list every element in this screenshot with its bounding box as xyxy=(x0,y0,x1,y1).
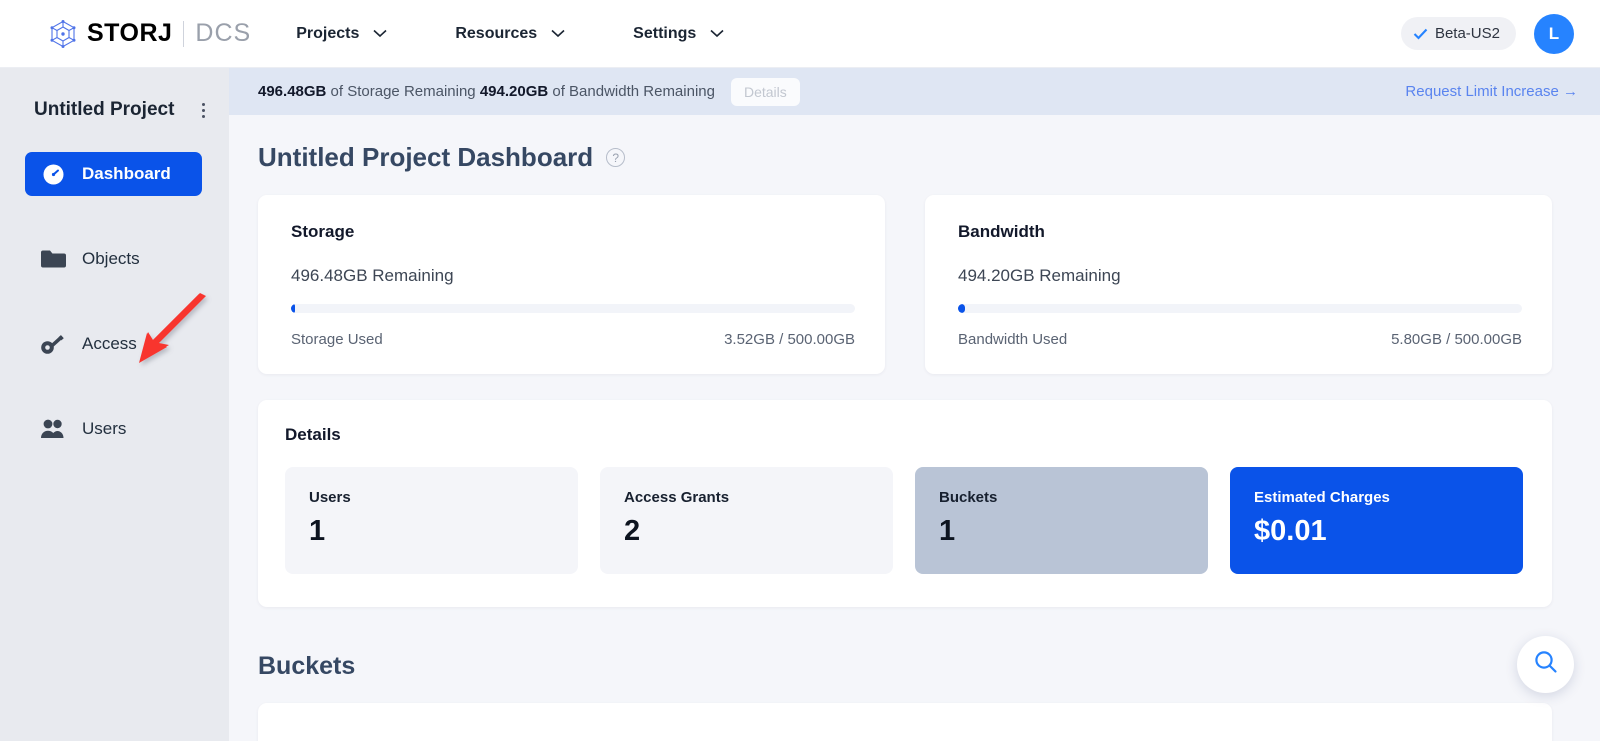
nav-item-label: Settings xyxy=(633,24,697,42)
chevron-down-icon xyxy=(551,29,565,38)
sidebar-item-users[interactable]: Users xyxy=(25,407,202,451)
banner-details-button[interactable]: Details xyxy=(730,77,800,106)
gauge-icon xyxy=(38,163,68,186)
nav-item-projects[interactable]: Projects xyxy=(296,25,387,43)
stat-label: Access Grants xyxy=(624,489,730,506)
avatar[interactable]: L xyxy=(1534,13,1574,54)
vertical-dots-icon[interactable] xyxy=(196,99,211,122)
stat-card-users[interactable]: Users 1 xyxy=(285,467,578,574)
stat-card-estimated-charges[interactable]: Estimated Charges $0.01 xyxy=(1230,467,1523,574)
limits-banner-text: 496.48GB of Storage Remaining 494.20GB o… xyxy=(258,83,715,100)
request-limit-increase-link[interactable]: Request Limit Increase → xyxy=(1405,83,1578,100)
sidebar: Untitled Project Dashboard Objects Acces… xyxy=(0,68,229,741)
check-icon xyxy=(1413,28,1428,40)
sidebar-item-label: Users xyxy=(82,419,127,438)
help-icon[interactable]: ? xyxy=(606,148,626,167)
sidebar-nav-list: Dashboard Objects Access Users xyxy=(0,152,229,451)
primary-nav: Projects Resources Settings xyxy=(296,25,792,43)
chevron-down-icon xyxy=(710,29,724,38)
chevron-down-icon xyxy=(373,29,387,38)
storage-used-value: 3.52GB / 500.00GB xyxy=(724,331,855,348)
storage-card-footer: Storage Used 3.52GB / 500.00GB xyxy=(291,331,855,348)
project-name: Untitled Project xyxy=(34,99,175,120)
storage-progress-track xyxy=(291,304,855,313)
page-title-row: Untitled Project Dashboard ? xyxy=(258,115,1552,195)
buckets-heading: Buckets xyxy=(258,652,356,680)
bandwidth-remaining-value: 494.20GB xyxy=(479,83,549,100)
bandwidth-progress-fill xyxy=(958,304,965,313)
storage-progress-fill xyxy=(291,304,295,313)
storj-dashboard-app: STORJ DCS Projects Resources Settings Be… xyxy=(0,0,1600,741)
bandwidth-progress-track xyxy=(958,304,1522,313)
region-badge-label: Beta-US2 xyxy=(1434,25,1500,42)
bandwidth-remaining-label: 494.20GB Remaining xyxy=(958,266,1121,285)
sidebar-item-label: Dashboard xyxy=(82,164,171,183)
users-icon xyxy=(38,418,68,440)
top-navigation-bar: STORJ DCS Projects Resources Settings Be… xyxy=(0,0,1600,68)
stat-label: Users xyxy=(309,489,351,506)
bandwidth-usage-card: Bandwidth 494.20GB Remaining Bandwidth U… xyxy=(925,195,1552,374)
page-title: Untitled Project Dashboard xyxy=(258,142,594,172)
brand-name: STORJ xyxy=(87,19,173,47)
usage-cards-row: Storage 496.48GB Remaining Storage Used … xyxy=(258,195,1552,374)
limits-banner: 496.48GB of Storage Remaining 494.20GB o… xyxy=(229,68,1600,115)
search-fab-button[interactable] xyxy=(1517,636,1574,693)
nav-item-resources[interactable]: Resources xyxy=(455,25,565,43)
nav-right-group: Beta-US2 L xyxy=(1400,13,1574,54)
bandwidth-card-footer: Bandwidth Used 5.80GB / 500.00GB xyxy=(958,331,1522,348)
sidebar-item-access[interactable]: Access xyxy=(25,322,202,366)
stat-label: Buckets xyxy=(939,489,998,506)
storage-remaining-value: 496.48GB xyxy=(258,83,327,100)
key-icon xyxy=(38,332,68,356)
details-card: Details Users 1 Access Grants 2 Buckets … xyxy=(258,400,1552,607)
search-icon xyxy=(1533,649,1559,680)
logo-divider xyxy=(183,20,185,47)
region-badge[interactable]: Beta-US2 xyxy=(1400,17,1516,50)
details-heading: Details xyxy=(285,425,341,444)
buckets-panel xyxy=(258,703,1552,741)
sidebar-item-label: Objects xyxy=(82,249,140,268)
brand-logo[interactable]: STORJ DCS xyxy=(48,19,251,49)
stat-card-access-grants[interactable]: Access Grants 2 xyxy=(600,467,893,574)
nav-item-label: Projects xyxy=(296,24,360,42)
stat-value: 1 xyxy=(939,515,956,547)
folder-icon xyxy=(38,248,68,270)
details-stats-row: Users 1 Access Grants 2 Buckets 1 Estima… xyxy=(285,467,1523,574)
storage-usage-card: Storage 496.48GB Remaining Storage Used … xyxy=(258,195,885,374)
storage-remaining-text: of Storage Remaining xyxy=(326,83,480,100)
storage-used-label: Storage Used xyxy=(291,331,383,348)
bandwidth-remaining-text: of Bandwidth Remaining xyxy=(548,83,715,100)
sidebar-item-label: Access xyxy=(82,334,137,353)
brand-suffix: DCS xyxy=(195,19,252,47)
stat-label: Estimated Charges xyxy=(1254,489,1390,506)
storage-remaining-label: 496.48GB Remaining xyxy=(291,266,454,285)
stat-value: 2 xyxy=(624,515,641,547)
stat-value: $0.01 xyxy=(1254,515,1327,547)
stat-card-buckets[interactable]: Buckets 1 xyxy=(915,467,1208,574)
bandwidth-card-title: Bandwidth xyxy=(958,222,1045,241)
stat-value: 1 xyxy=(309,515,326,547)
avatar-initial: L xyxy=(1548,23,1560,43)
project-header: Untitled Project xyxy=(0,95,229,125)
sidebar-item-objects[interactable]: Objects xyxy=(25,237,202,281)
main-content: Untitled Project Dashboard ? Storage 496… xyxy=(229,115,1600,741)
storage-card-title: Storage xyxy=(291,222,355,241)
nav-item-label: Resources xyxy=(455,24,538,42)
bandwidth-used-label: Bandwidth Used xyxy=(958,331,1068,348)
sidebar-item-dashboard[interactable]: Dashboard xyxy=(25,152,202,196)
storj-hexagon-logo-icon xyxy=(48,19,78,49)
nav-item-settings[interactable]: Settings xyxy=(633,25,724,43)
bandwidth-used-value: 5.80GB / 500.00GB xyxy=(1391,331,1522,348)
